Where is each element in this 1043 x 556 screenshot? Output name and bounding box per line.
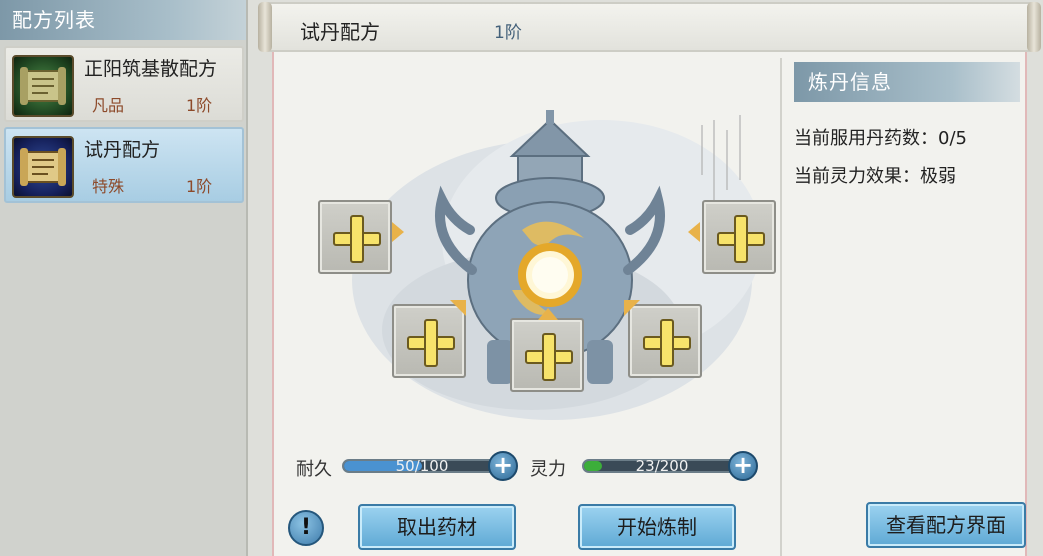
arrow-left-icon <box>688 222 700 242</box>
corner-arrow-icon <box>624 300 640 316</box>
recipe-grade: 特殊 <box>92 177 125 196</box>
pill-count-text: 当前服用丹药数：0/5 <box>794 128 967 149</box>
recipe-list-panel: 配方列表 正阳筑基散配方 凡品 1阶 试丹配方 特殊 1阶 <box>0 0 248 556</box>
arrow-right-icon <box>392 222 404 242</box>
blue-scroll-icon <box>12 136 74 198</box>
recipe-item-zhengyang[interactable]: 正阳筑基散配方 凡品 1阶 <box>4 46 244 122</box>
view-recipe-button[interactable]: 查看配方界面 <box>866 502 1026 548</box>
panel-divider <box>780 58 782 556</box>
plus-icon <box>643 319 691 367</box>
formula-header-scroll: 试丹配方 1阶 <box>258 2 1041 52</box>
durability-value: 50/100 <box>395 457 449 475</box>
formula-title: 试丹配方 <box>300 20 380 44</box>
recipe-grade: 凡品 <box>92 96 125 115</box>
green-scroll-icon <box>12 55 74 117</box>
take-out-materials-button[interactable]: 取出药材 <box>358 504 516 550</box>
durability-bar: 50/100 <box>342 457 502 475</box>
add-durability-button[interactable]: + <box>488 451 518 481</box>
arrow-up-icon <box>538 308 558 320</box>
recipe-name: 正阳筑基散配方 <box>84 58 218 80</box>
recipe-list-title: 配方列表 <box>0 0 246 40</box>
ingredient-slot-top-right[interactable] <box>702 200 776 274</box>
spirit-label: 灵力 <box>530 459 566 480</box>
recipe-level: 1阶 <box>186 177 213 196</box>
ingredient-slot-bottom-center[interactable] <box>510 318 584 392</box>
recipe-level: 1阶 <box>186 96 213 115</box>
spirit-bar: 23/200 <box>582 457 742 475</box>
plus-icon <box>333 215 381 263</box>
start-refining-button[interactable]: 开始炼制 <box>578 504 736 550</box>
plus-icon <box>717 215 765 263</box>
ingredient-slot-top-left[interactable] <box>318 200 392 274</box>
spirit-effect-text: 当前灵力效果：极弱 <box>794 166 956 187</box>
formula-level: 1阶 <box>494 23 522 43</box>
plus-icon <box>525 333 573 381</box>
plus-icon <box>407 319 455 367</box>
add-spirit-button[interactable]: + <box>728 451 758 481</box>
info-button[interactable]: ! <box>288 510 324 546</box>
alchemy-info-title: 炼丹信息 <box>794 62 1020 102</box>
spirit-value: 23/200 <box>635 457 689 475</box>
recipe-name: 试丹配方 <box>84 139 161 161</box>
corner-arrow-icon <box>450 300 466 316</box>
recipe-item-shidan[interactable]: 试丹配方 特殊 1阶 <box>4 127 244 203</box>
durability-label: 耐久 <box>296 459 332 480</box>
alchemy-main-panel: 试丹配方 1阶 耐久 50/100 + 灵力 23/200 + ! 取出药材 开… <box>258 0 1043 556</box>
